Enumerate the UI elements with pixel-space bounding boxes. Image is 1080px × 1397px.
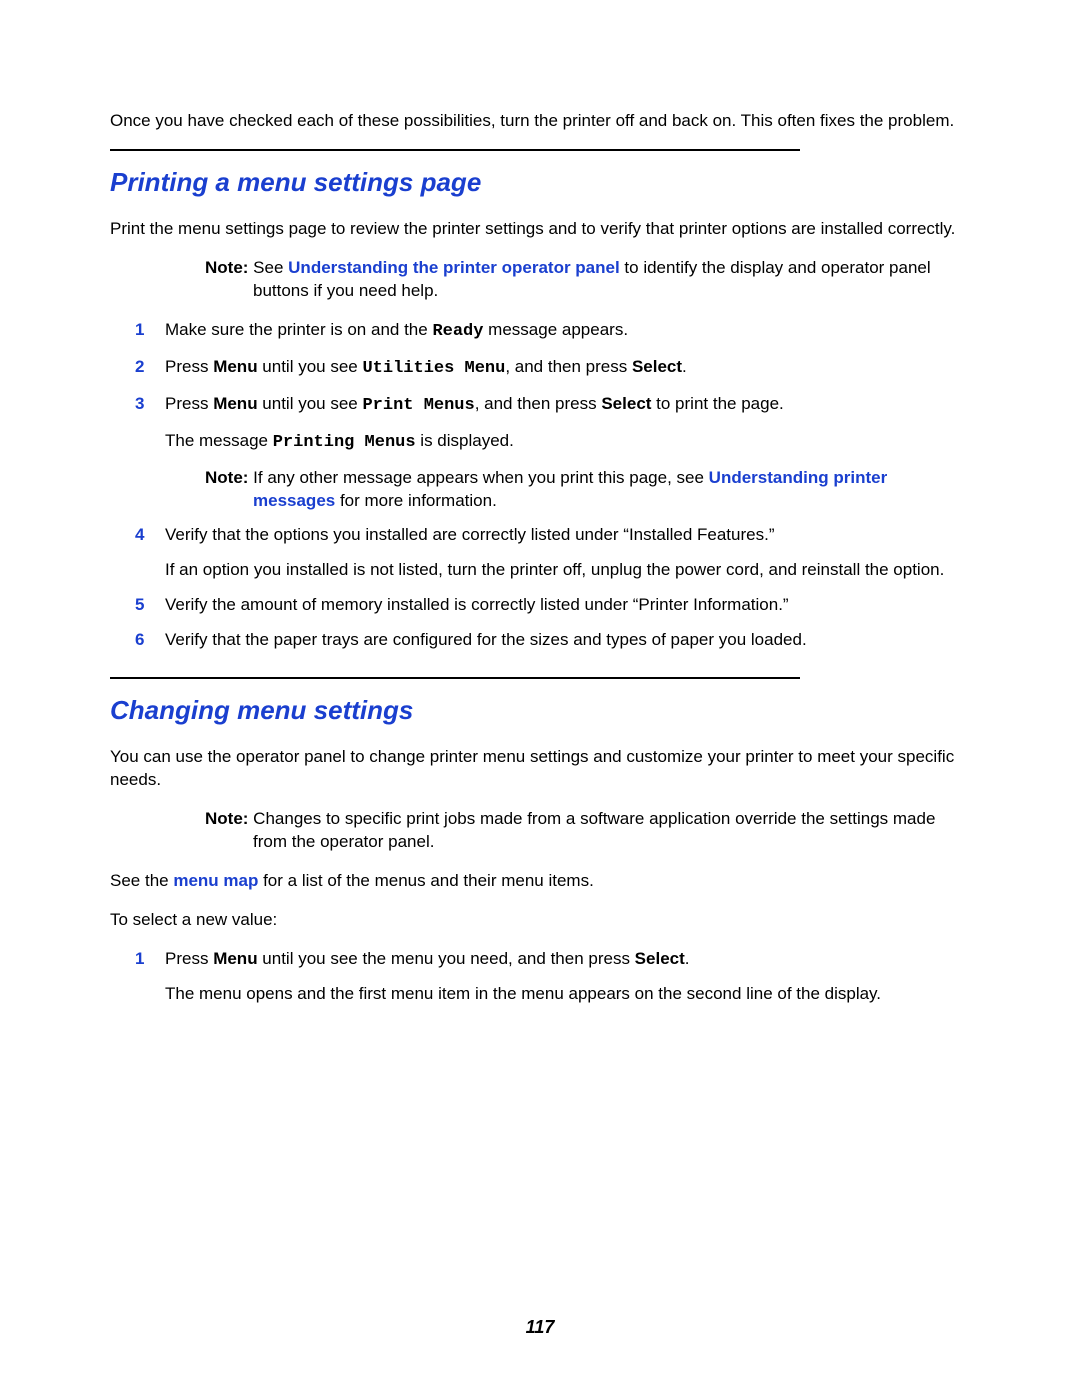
section-printing-menu-settings: Printing a menu settings page Print the … xyxy=(110,149,970,652)
step-text: Press xyxy=(165,949,213,968)
bold-menu: Menu xyxy=(213,394,257,413)
sub-text: is displayed. xyxy=(416,431,514,450)
link-menu-map[interactable]: menu map xyxy=(173,871,258,890)
bold-select: Select xyxy=(601,394,651,413)
note-label: Note: xyxy=(205,258,253,277)
step-number: 1 xyxy=(135,948,144,971)
note-text-post: for more information. xyxy=(335,491,497,510)
step3-sub: The message Printing Menus is displayed. xyxy=(165,430,970,455)
mono-ready: Ready xyxy=(432,322,483,341)
step-1: 1 Make sure the printer is on and the Re… xyxy=(110,319,970,344)
section1-note: Note: See Understanding the printer oper… xyxy=(205,257,970,303)
step-text: until you see xyxy=(258,394,363,413)
step-number: 5 xyxy=(135,594,144,617)
step-text: until you see xyxy=(258,357,363,376)
section1-steps: 1 Make sure the printer is on and the Re… xyxy=(110,319,970,652)
section-heading-changing: Changing menu settings xyxy=(110,693,970,728)
step-text: , and then press xyxy=(505,357,632,376)
step-2: 2 Press Menu until you see Utilities Men… xyxy=(110,356,970,381)
section-changing-menu-settings: Changing menu settings You can use the o… xyxy=(110,677,970,1006)
see-text-pre: See the xyxy=(110,871,173,890)
sub-text: The message xyxy=(165,431,273,450)
mono-utilities-menu: Utilities Menu xyxy=(362,359,505,378)
see-text-post: for a list of the menus and their menu i… xyxy=(258,871,593,890)
step4-sub: If an option you installed is not listed… xyxy=(165,559,970,582)
step-number: 1 xyxy=(135,319,144,342)
note-text-pre: If any other message appears when you pr… xyxy=(253,468,709,487)
bold-select: Select xyxy=(635,949,685,968)
note-text-pre: See xyxy=(253,258,288,277)
note-label: Note: xyxy=(205,468,253,487)
step-text: to print the page. xyxy=(651,394,783,413)
step-text: Verify the amount of memory installed is… xyxy=(165,595,789,614)
document-page: Once you have checked each of these poss… xyxy=(0,0,1080,1397)
step-6: 6 Verify that the paper trays are config… xyxy=(110,629,970,652)
step-text: Make sure the printer is on and the xyxy=(165,320,432,339)
step-number: 4 xyxy=(135,524,144,547)
bold-menu: Menu xyxy=(213,357,257,376)
link-understanding-operator-panel[interactable]: Understanding the printer operator panel xyxy=(288,258,620,277)
mono-printing-menus: Printing Menus xyxy=(273,433,416,452)
page-number: 117 xyxy=(0,1315,1080,1339)
step-text: Verify that the paper trays are configur… xyxy=(165,630,807,649)
section-rule xyxy=(110,149,800,151)
mono-print-menus: Print Menus xyxy=(362,396,474,415)
step-3: 3 Press Menu until you see Print Menus, … xyxy=(110,393,970,513)
intro-paragraph: Once you have checked each of these poss… xyxy=(110,110,970,133)
section-rule xyxy=(110,677,800,679)
section2-note: Note: Changes to specific print jobs mad… xyxy=(205,808,970,854)
step-number: 2 xyxy=(135,356,144,379)
step-text: Verify that the options you installed ar… xyxy=(165,525,774,544)
select-intro: To select a new value: xyxy=(110,909,970,932)
see-menu-map: See the menu map for a list of the menus… xyxy=(110,870,970,893)
step-text: Press xyxy=(165,357,213,376)
section2-intro: You can use the operator panel to change… xyxy=(110,746,970,792)
step-number: 6 xyxy=(135,629,144,652)
bold-menu: Menu xyxy=(213,949,257,968)
note-text: Changes to specific print jobs made from… xyxy=(253,809,935,851)
step-text: message appears. xyxy=(483,320,628,339)
step3-note: Note: If any other message appears when … xyxy=(205,467,970,513)
step-number: 3 xyxy=(135,393,144,416)
section-heading-printing: Printing a menu settings page xyxy=(110,165,970,200)
note-label: Note: xyxy=(205,809,253,828)
step-1: 1 Press Menu until you see the menu you … xyxy=(110,948,970,1006)
section1-intro: Print the menu settings page to review t… xyxy=(110,218,970,241)
section2-steps: 1 Press Menu until you see the menu you … xyxy=(110,948,970,1006)
step-text: . xyxy=(685,949,690,968)
step-text: , and then press xyxy=(475,394,602,413)
step1-sub: The menu opens and the first menu item i… xyxy=(165,983,970,1006)
step-text: Press xyxy=(165,394,213,413)
step-text: . xyxy=(682,357,687,376)
bold-select: Select xyxy=(632,357,682,376)
step-text: until you see the menu you need, and the… xyxy=(258,949,635,968)
step-5: 5 Verify the amount of memory installed … xyxy=(110,594,970,617)
step-4: 4 Verify that the options you installed … xyxy=(110,524,970,582)
